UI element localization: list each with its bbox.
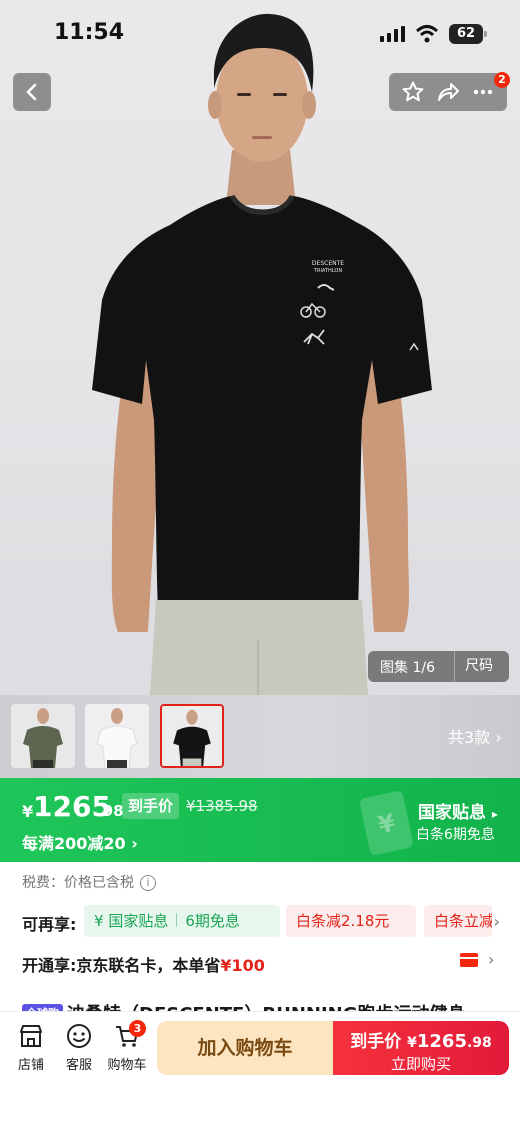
- credit-card-icon: [460, 953, 478, 967]
- cobrand-offer-text: 开通享:京东联名卡，本单省: [22, 956, 221, 975]
- print-brand: DESCENTE: [312, 260, 344, 267]
- bottom-action-bar: 店铺 客服 购物车 3 加入购物车 到手价 ¥1265.98 立即购买: [0, 1012, 520, 1125]
- buy-now-price: 到手价 ¥1265.98: [333, 1027, 509, 1052]
- top-actions: [389, 73, 507, 111]
- price-decimal: .98: [97, 802, 124, 820]
- share-icon[interactable]: [436, 80, 460, 104]
- buy-price-yen: ¥: [407, 1035, 417, 1051]
- price-band[interactable]: ¥ ¥ 1265 .98 到手价 ¥1385.98 每满200减20 › 国家贴…: [0, 778, 520, 862]
- tax-info: 税费：价格已含税 i: [22, 872, 156, 892]
- cobrand-offer-amount: ¥100: [220, 956, 265, 975]
- back-button[interactable]: [13, 73, 51, 111]
- gallery-switcher: 图集 1/6 尺码: [368, 651, 509, 682]
- smiley-service-icon: [67, 1024, 91, 1048]
- store-button[interactable]: 店铺: [9, 1022, 53, 1073]
- buy-price-int: 1265: [416, 1031, 467, 1052]
- cellular-signal-icon: [380, 26, 405, 42]
- promo-label: 每满200减20: [22, 834, 126, 853]
- print-sub: TRIATHLON: [313, 268, 342, 274]
- cart-label: 购物车: [107, 1058, 147, 1073]
- chevron-left-icon: [26, 83, 37, 101]
- variant-thumb-black[interactable]: [160, 704, 224, 768]
- customer-service-button[interactable]: 客服: [57, 1022, 101, 1073]
- product-hero-image[interactable]: DESCENTE TRIATHLON 11:54 62 2 图集 1/6 尺码: [0, 0, 520, 695]
- subsidy-chip-text: 国家贴息: [108, 912, 169, 930]
- tax-value: 价格已含税: [64, 875, 134, 891]
- promo-text[interactable]: 每满200减20 ›: [22, 830, 138, 854]
- final-price-tag: 到手价: [122, 793, 180, 819]
- buy-price-dec: .98: [466, 1035, 492, 1051]
- store-icon: [20, 1025, 42, 1047]
- star-favorite-icon[interactable]: [401, 80, 425, 104]
- product-page: DESCENTE TRIATHLON 11:54 62 2 图集 1/6 尺码 …: [0, 0, 520, 1125]
- subsidy-chip[interactable]: ¥ 国家贴息 6期免息: [84, 905, 280, 937]
- original-price: ¥1385.98: [186, 797, 258, 815]
- status-bar: 11:54 62: [0, 0, 520, 70]
- message-badge: 2: [494, 72, 510, 88]
- buy-now-button[interactable]: 到手价 ¥1265.98 立即购买: [333, 1021, 509, 1075]
- chevron-right-icon[interactable]: ›: [494, 912, 500, 931]
- variant-olive-image: [11, 704, 75, 768]
- more-discount-chip[interactable]: 白条立减: [424, 905, 492, 937]
- size-tab[interactable]: 尺码: [454, 651, 509, 682]
- variant-thumb-olive[interactable]: [11, 704, 75, 768]
- chevron-right-icon: ›: [131, 834, 138, 853]
- chevron-right-icon[interactable]: ›: [488, 950, 494, 969]
- variant-black-image: [162, 706, 222, 766]
- variant-count[interactable]: 共3款 ›: [448, 724, 502, 748]
- subsidy-text: 国家贴息: [418, 803, 486, 823]
- buy-price-label: 到手价: [350, 1032, 402, 1052]
- subsidy-chip-period: 6期免息: [185, 912, 240, 930]
- chevron-right-icon: ›: [495, 728, 502, 747]
- variant-thumbnails: 共3款 ›: [0, 695, 520, 778]
- price-currency: ¥: [22, 802, 34, 821]
- subsidy-chip-icon: ¥: [94, 912, 104, 930]
- coupon-yen-icon: ¥: [359, 791, 413, 855]
- battery-indicator: 62: [449, 24, 487, 44]
- wifi-icon: [415, 25, 439, 43]
- variant-white-image: [85, 704, 149, 768]
- variant-count-label: 共3款: [448, 728, 491, 747]
- tax-label: 税费：: [22, 875, 64, 891]
- benefits-row: 可再享: ¥ 国家贴息 6期免息 白条减2.18元 白条立减 ›: [22, 905, 520, 937]
- service-label: 客服: [65, 1058, 92, 1073]
- benefits-label: 可再享:: [22, 915, 77, 934]
- cobrand-card-offer[interactable]: 开通享:京东联名卡，本单省¥100: [22, 952, 265, 976]
- discount-chip[interactable]: 白条减2.18元: [286, 905, 416, 937]
- more-icon[interactable]: [471, 80, 495, 104]
- variant-thumb-white[interactable]: [85, 704, 149, 768]
- info-icon[interactable]: i: [140, 875, 156, 891]
- cart-count-badge: 3: [129, 1020, 146, 1037]
- triangle-right-icon: ▸: [491, 807, 498, 821]
- subsidy-label[interactable]: 国家贴息 ▸: [418, 798, 498, 823]
- add-to-cart-button[interactable]: 加入购物车: [157, 1021, 333, 1075]
- status-time: 11:54: [54, 20, 125, 45]
- gallery-tab[interactable]: 图集 1/6: [368, 657, 454, 677]
- buy-now-label: 立即购买: [390, 1055, 451, 1073]
- store-label: 店铺: [17, 1058, 44, 1073]
- installment-label: 白条6期免息: [416, 827, 495, 843]
